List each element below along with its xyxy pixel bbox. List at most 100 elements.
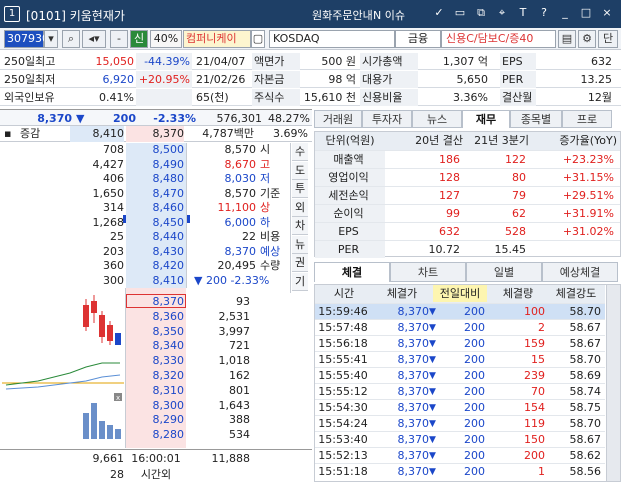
financial-tab[interactable]: 거래원	[314, 110, 362, 128]
sell-price[interactable]: 8,430	[126, 245, 185, 260]
sell-price[interactable]: 8,490	[126, 158, 185, 173]
sell-price[interactable]: 8,450	[126, 216, 185, 231]
side-tab[interactable]: 투	[292, 180, 308, 198]
financial-tab[interactable]: 투자자	[362, 110, 412, 128]
financial-cell: +31.02%	[562, 225, 614, 238]
window-icon[interactable]: ▭	[452, 5, 468, 21]
financial-cell: 15.45	[494, 243, 527, 256]
info-value: 15,610 천	[303, 91, 356, 104]
trade-tab[interactable]: 차트	[390, 262, 466, 282]
minimize-icon[interactable]: _	[557, 5, 573, 21]
stat-value: 8,030	[224, 172, 257, 185]
financial-tab[interactable]: 뉴스	[412, 110, 462, 128]
buy-price[interactable]: 8,370	[126, 295, 185, 310]
trade-cell: 150	[524, 433, 545, 446]
order-guide-link[interactable]: 원화주문안내	[312, 7, 373, 23]
buy-price[interactable]: 8,290	[126, 413, 185, 428]
buy-price[interactable]: 8,330	[126, 354, 185, 369]
trade-row: 15:54:24 8,370 ▼ 200 119 58.70	[315, 415, 605, 431]
side-tab[interactable]: 외	[292, 198, 308, 217]
down-arrow-icon: ▼	[76, 112, 85, 125]
orderbook-header: ▪ 증감 8,410 8,370 4,787백만 3.69%	[0, 126, 312, 142]
sell-price[interactable]: 8,420	[126, 259, 185, 274]
info-value: 0.41%	[99, 91, 134, 104]
stock-code-input[interactable]: 307930	[4, 30, 49, 48]
credit-sin-badge: 신	[130, 30, 148, 48]
trade-tab[interactable]: 일별	[466, 262, 542, 282]
buy-price[interactable]: 8,310	[126, 384, 185, 399]
trade-cell: 8,370	[397, 449, 430, 462]
code-dropdown-icon[interactable]: ▾	[44, 30, 58, 48]
financial-tab[interactable]: 종목별	[510, 110, 562, 128]
news-issue-link[interactable]: N 이슈	[373, 7, 405, 23]
financial-header-cell: 증가율(YoY)	[559, 134, 617, 147]
trade-scrollbar[interactable]	[606, 285, 620, 481]
buy-price[interactable]: 8,320	[126, 369, 185, 384]
single-view-button[interactable]: 단	[598, 30, 618, 48]
trade-cell: 2	[538, 321, 545, 334]
buy-price[interactable]: 8,350	[126, 325, 185, 340]
trade-cell: 8,370	[397, 321, 430, 334]
trade-tab[interactable]: 체결	[314, 262, 390, 282]
close-icon[interactable]: ×	[599, 5, 615, 21]
buy-qty: 388	[229, 413, 250, 427]
financial-tab[interactable]: 프로	[562, 110, 612, 128]
link-icon[interactable]: ⧉	[473, 5, 489, 21]
buy-price[interactable]: 8,360	[126, 310, 185, 325]
margin-rate-badge: 40%	[150, 30, 182, 48]
buy-price[interactable]: 8,340	[126, 339, 185, 354]
stat-label: 예상	[260, 244, 281, 258]
buy-qty: 93	[236, 295, 250, 308]
side-tab[interactable]: 수	[292, 143, 308, 161]
expand-icon[interactable]: ▪	[4, 126, 18, 142]
side-tab[interactable]: 기	[292, 272, 308, 291]
text-size-icon[interactable]: T	[515, 5, 531, 21]
side-tab[interactable]: 도	[292, 161, 308, 180]
info-label: 250일최저	[4, 73, 56, 86]
trade-tab[interactable]: 예상체결	[542, 262, 618, 282]
trade-cell: 154	[524, 401, 545, 414]
chart-icon[interactable]: ▤	[558, 30, 576, 48]
sell-price[interactable]: 8,480	[126, 172, 185, 187]
kiwoom-logo-icon[interactable]: ✓	[431, 5, 447, 21]
trade-cell: 58.69	[569, 369, 602, 382]
trade-cell: 15:55:12	[318, 385, 368, 398]
sell-price[interactable]: 8,500	[126, 143, 185, 158]
trade-row: 15:54:30 8,370 ▼ 200 154 58.75	[315, 399, 605, 415]
after-hours-label: 시간외	[140, 468, 172, 481]
sell-price[interactable]: 8,470	[126, 187, 185, 202]
side-tab[interactable]: 권	[292, 254, 308, 272]
buy-price[interactable]: 8,300	[126, 399, 185, 414]
info-row: 250일최저 6,920 +20.95% 21/02/26 자본금 98 억 대용가 5,65…	[0, 71, 621, 88]
trade-cell: 8,370	[397, 353, 430, 366]
trade-cell: 200	[464, 449, 485, 462]
stat-label: 하	[260, 215, 271, 229]
trade-cell: 8,370	[397, 433, 430, 446]
info-value: 500 원	[321, 55, 356, 68]
sell-qty: 708	[103, 143, 124, 156]
maximize-icon[interactable]: □	[578, 5, 594, 21]
financial-cell: 영업이익	[315, 169, 385, 186]
side-tab[interactable]: 뉴	[292, 235, 308, 254]
sell-price[interactable]: 8,440	[126, 230, 185, 245]
pin-icon[interactable]: ⌖	[494, 5, 510, 21]
sell-qty: 4,427	[92, 157, 125, 171]
financial-cell: 632	[439, 225, 460, 238]
financial-cell: +31.91%	[562, 207, 614, 220]
info-value: 21/04/07	[196, 55, 246, 68]
sell-price[interactable]: 8,410	[126, 274, 185, 289]
stock-info-icon[interactable]: ▢	[251, 30, 265, 48]
stat-value: 6,000	[224, 215, 257, 229]
search-icon[interactable]: ⌕	[62, 30, 80, 48]
settings-gear-icon[interactable]: ⚙	[578, 30, 596, 48]
side-tab[interactable]: 차	[292, 217, 308, 235]
sell-qty: 203	[103, 244, 124, 258]
financial-tab[interactable]: 재무	[462, 110, 510, 128]
minus-icon[interactable]: -	[110, 30, 128, 48]
speaker-icon[interactable]: ◂▾	[82, 30, 106, 48]
buy-price[interactable]: 8,280	[126, 428, 185, 443]
sell-price[interactable]: 8,460	[126, 201, 185, 216]
help-icon[interactable]: ?	[536, 5, 552, 21]
info-label: 대용가	[360, 71, 418, 88]
financial-cell: 10.72	[428, 243, 461, 256]
